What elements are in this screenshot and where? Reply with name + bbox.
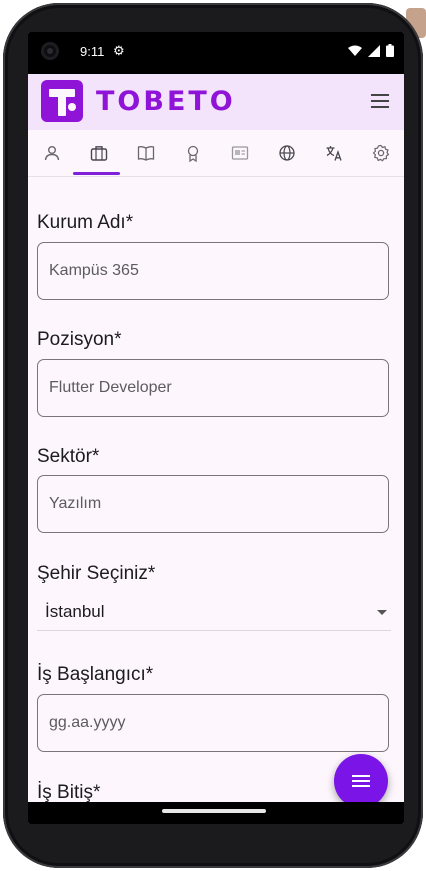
profile-tab-bar — [28, 130, 404, 177]
start-date-input[interactable]: gg.aa.yyyy — [37, 694, 389, 752]
sector-label: Sektör* — [37, 446, 100, 467]
tab-education[interactable] — [122, 130, 169, 176]
tab-certificates[interactable] — [169, 130, 216, 176]
position-input[interactable]: Flutter Developer — [37, 359, 389, 417]
briefcase-icon — [90, 146, 107, 161]
person-icon — [44, 146, 59, 161]
city-selected-value: İstanbul — [45, 602, 105, 621]
award-icon — [187, 145, 198, 162]
app-screen: 9:11 ⚙ TOBETO Kurum Adı* Kampüs 365 Pozi… — [28, 32, 404, 824]
tab-personal[interactable] — [28, 130, 75, 176]
start-date-placeholder: gg.aa.yyyy — [49, 714, 126, 731]
system-navigation-bar — [28, 802, 404, 824]
status-bar: 9:11 ⚙ — [28, 32, 404, 74]
tab-documents[interactable] — [216, 130, 263, 176]
globe-icon — [278, 145, 295, 161]
tab-settings[interactable] — [357, 130, 404, 176]
end-date-label: İş Bitiş* — [37, 782, 101, 803]
home-gesture-handle[interactable] — [162, 809, 266, 813]
active-tab-indicator — [73, 172, 120, 175]
wifi-icon — [348, 45, 362, 56]
battery-icon — [386, 44, 394, 57]
start-date-label: İş Başlangıcı* — [37, 664, 154, 685]
hamburger-menu-icon[interactable] — [370, 92, 390, 110]
sector-input[interactable]: Yazılım — [37, 475, 389, 533]
tab-languages[interactable] — [310, 130, 357, 176]
app-bar: TOBETO — [28, 74, 404, 130]
settings-icon — [372, 144, 389, 162]
institution-placeholder: Kampüs 365 — [49, 262, 139, 279]
phone-frame: 9:11 ⚙ TOBETO Kurum Adı* Kampüs 365 Pozi… — [3, 3, 423, 868]
book-icon — [137, 146, 154, 161]
tobeto-logo-icon — [41, 80, 83, 122]
sector-placeholder: Yazılım — [49, 495, 102, 512]
status-time: 9:11 — [80, 44, 105, 59]
city-dropdown[interactable]: İstanbul — [37, 596, 391, 631]
app-logo-text: TOBETO — [96, 86, 236, 117]
position-placeholder: Flutter Developer — [49, 379, 172, 396]
floating-menu-button[interactable] — [334, 754, 388, 808]
status-settings-icon: ⚙ — [113, 43, 125, 58]
signal-icon — [368, 44, 380, 57]
tab-social[interactable] — [263, 130, 310, 176]
camera-cutout — [41, 42, 59, 60]
dropdown-arrow-icon — [377, 610, 387, 615]
city-label: Şehir Seçiniz* — [37, 563, 156, 584]
tab-experience[interactable] — [75, 130, 122, 176]
institution-input[interactable]: Kampüs 365 — [37, 242, 389, 300]
position-label: Pozisyon* — [37, 329, 122, 350]
institution-label: Kurum Adı* — [37, 212, 134, 233]
menu-icon — [352, 775, 370, 787]
translate-icon — [326, 146, 342, 161]
certificate-icon — [231, 146, 248, 160]
